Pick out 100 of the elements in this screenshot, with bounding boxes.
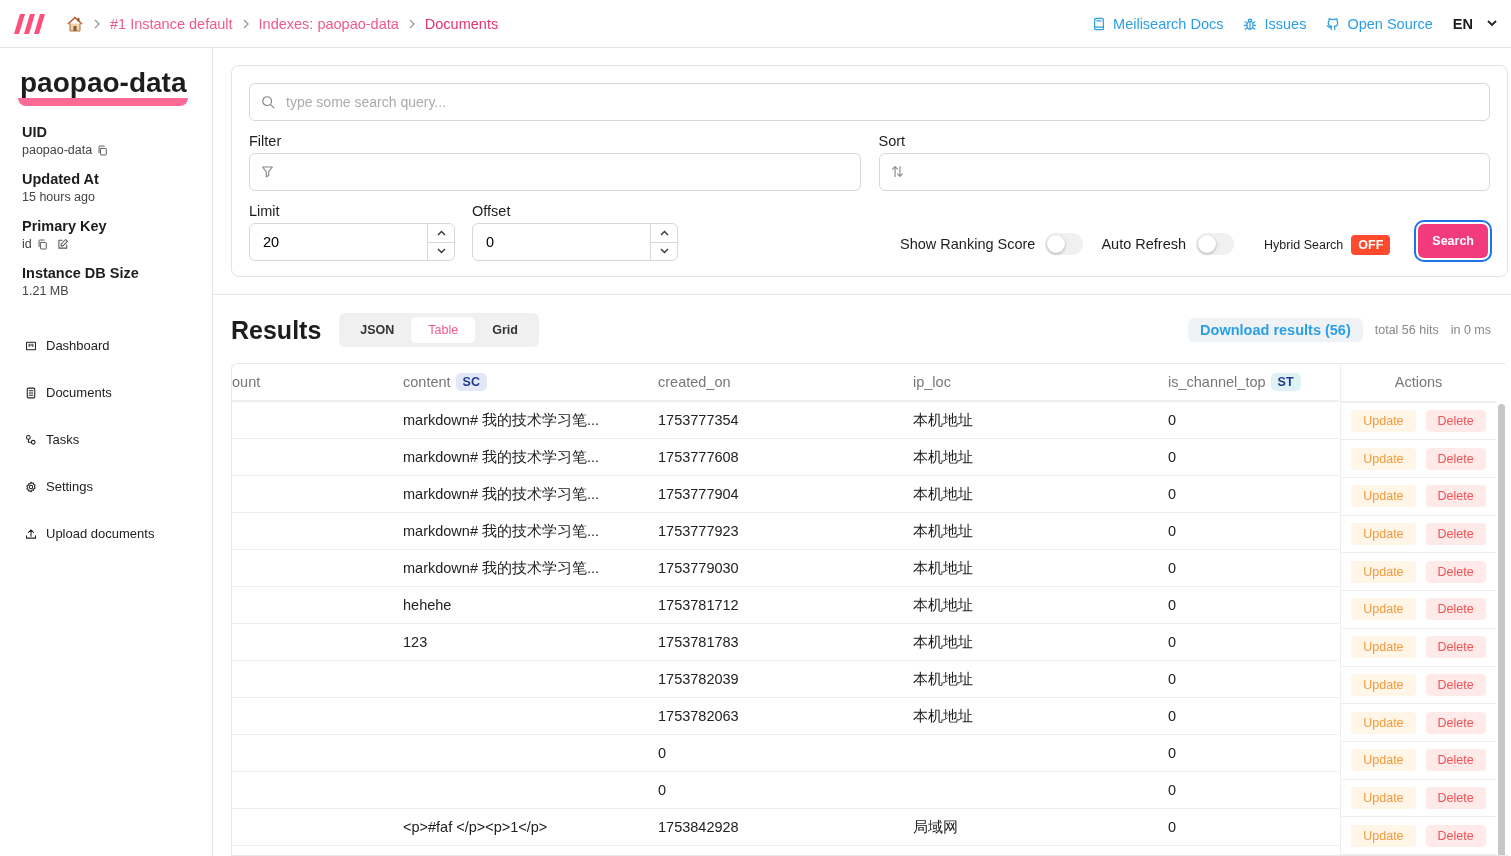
table-cell: 本机地址 <box>913 596 973 613</box>
limit-field[interactable]: 20 <box>249 223 455 261</box>
table-cell: 1753777354 <box>658 412 739 428</box>
table-cell: 1753782039 <box>658 671 739 687</box>
info-value: paopao-data <box>22 143 93 157</box>
delete-button[interactable]: Delete <box>1425 598 1486 621</box>
update-button[interactable]: Update <box>1351 560 1416 583</box>
chevron-down-icon[interactable] <box>659 248 669 255</box>
hybrid-search-label: Hybrid Search <box>1264 238 1344 252</box>
copy-icon[interactable] <box>97 144 109 156</box>
table-cell: 123 <box>403 634 428 650</box>
table-cell: hehehe <box>403 597 452 613</box>
sort-icon <box>890 165 904 178</box>
language-selector[interactable]: EN <box>1452 15 1497 32</box>
update-button[interactable]: Update <box>1351 824 1416 847</box>
table-cell: 0 <box>658 782 667 798</box>
dashboard-icon <box>25 339 37 352</box>
table-cell: 本机地址 <box>913 448 973 465</box>
document-icon <box>25 386 37 399</box>
info-label: Primary Key <box>22 218 108 234</box>
delete-button[interactable]: Delete <box>1425 560 1486 583</box>
header-link[interactable]: Open Source <box>1326 15 1433 32</box>
table-cell: 0 <box>1168 671 1177 687</box>
table-cell: 0 <box>1168 412 1177 428</box>
offset-label: Offset <box>472 203 512 219</box>
chevron-down-icon[interactable] <box>436 248 446 255</box>
table-cell: 1753781783 <box>658 634 739 650</box>
delete-button[interactable]: Delete <box>1425 636 1486 659</box>
sidebar-nav-item[interactable]: Tasks <box>25 416 200 463</box>
settings-icon <box>25 480 37 493</box>
view-tab[interactable]: Grid <box>475 317 535 343</box>
table-cell: markdown# 我的技术学习笔... <box>403 448 600 465</box>
download-results-button[interactable]: Download results (56) <box>1188 318 1363 342</box>
update-button[interactable]: Update <box>1351 447 1416 470</box>
delete-button[interactable]: Delete <box>1425 749 1486 772</box>
breadcrumb-link[interactable]: Indexes: paopao-data <box>258 15 399 32</box>
sidebar-nav-item[interactable]: Upload documents <box>25 510 200 557</box>
table-cell: 1753777923 <box>658 523 739 539</box>
delete-button[interactable]: Delete <box>1425 711 1486 734</box>
update-button[interactable]: Update <box>1351 485 1416 508</box>
sort-field[interactable] <box>878 153 1490 191</box>
update-button[interactable]: Update <box>1351 523 1416 546</box>
breadcrumb-link[interactable]: Documents <box>424 15 499 32</box>
chevron-up-icon[interactable] <box>436 229 446 236</box>
sidebar-nav-item[interactable]: Dashboard <box>25 322 200 369</box>
column-type-badge: ST <box>1270 373 1301 391</box>
info-label: Updated At <box>22 171 100 187</box>
table-cell: 本机地址 <box>913 559 973 576</box>
chevron-down-icon <box>1487 20 1497 27</box>
column-header: is_channel_top <box>1168 374 1266 390</box>
toggle-switch[interactable] <box>1045 233 1084 255</box>
scrollbar-thumb[interactable] <box>1498 404 1505 855</box>
table-cell: 1753842928 <box>658 819 739 835</box>
copy-icon[interactable] <box>36 238 48 250</box>
chevron-up-icon[interactable] <box>659 229 669 236</box>
sidebar-nav-item[interactable]: Settings <box>25 463 200 510</box>
edit-icon[interactable] <box>56 238 69 250</box>
offset-field[interactable]: 0 <box>472 223 678 261</box>
delete-button[interactable]: Delete <box>1425 447 1486 470</box>
delete-button[interactable]: Delete <box>1425 410 1486 433</box>
delete-button[interactable]: Delete <box>1425 523 1486 546</box>
update-button[interactable]: Update <box>1351 673 1416 696</box>
header-link[interactable]: Meilisearch Docs <box>1092 15 1224 32</box>
hybrid-search-status[interactable]: OFF <box>1351 235 1391 255</box>
table-cell: 0 <box>1168 486 1177 502</box>
search-field[interactable]: type some search query... <box>249 83 1490 121</box>
update-button[interactable]: Update <box>1351 749 1416 772</box>
logo-icon[interactable] <box>14 13 46 34</box>
update-button[interactable]: Update <box>1351 598 1416 621</box>
delete-button[interactable]: Delete <box>1425 485 1486 508</box>
table-cell: 1753779030 <box>658 560 739 576</box>
view-tab[interactable]: Table <box>411 317 476 343</box>
filter-field[interactable] <box>249 153 861 191</box>
table-cell: 本机地址 <box>913 411 973 428</box>
update-button[interactable]: Update <box>1351 410 1416 433</box>
info-value: id <box>22 237 32 251</box>
update-button[interactable]: Update <box>1351 786 1416 809</box>
bug-icon <box>1243 16 1258 31</box>
update-button[interactable]: Update <box>1351 636 1416 659</box>
table-cell: 0 <box>1168 523 1177 539</box>
delete-button[interactable]: Delete <box>1425 786 1486 809</box>
table-cell: 1753777904 <box>658 486 739 502</box>
upload-icon <box>25 527 37 540</box>
breadcrumb-link[interactable]: #1 Instance default <box>110 15 233 32</box>
table-cell: 0 <box>658 745 667 761</box>
delete-button[interactable]: Delete <box>1425 673 1486 696</box>
table-cell: 局域网 <box>913 818 958 835</box>
actions-header: Actions <box>1394 374 1443 391</box>
sidebar-nav-item[interactable]: Documents <box>25 369 200 416</box>
table-cell: 0 <box>1168 634 1177 650</box>
toggle-switch[interactable] <box>1196 233 1235 255</box>
home-icon[interactable] <box>66 14 84 33</box>
delete-button[interactable]: Delete <box>1425 824 1486 847</box>
table-cell: 0 <box>1168 708 1177 724</box>
update-button[interactable]: Update <box>1351 711 1416 734</box>
header-link[interactable]: Issues <box>1243 15 1307 32</box>
filter-icon <box>261 165 274 178</box>
table-cell: 1753777608 <box>658 449 739 465</box>
table-cell: markdown# 我的技术学习笔... <box>403 522 600 539</box>
view-tab[interactable]: JSON <box>343 317 412 343</box>
